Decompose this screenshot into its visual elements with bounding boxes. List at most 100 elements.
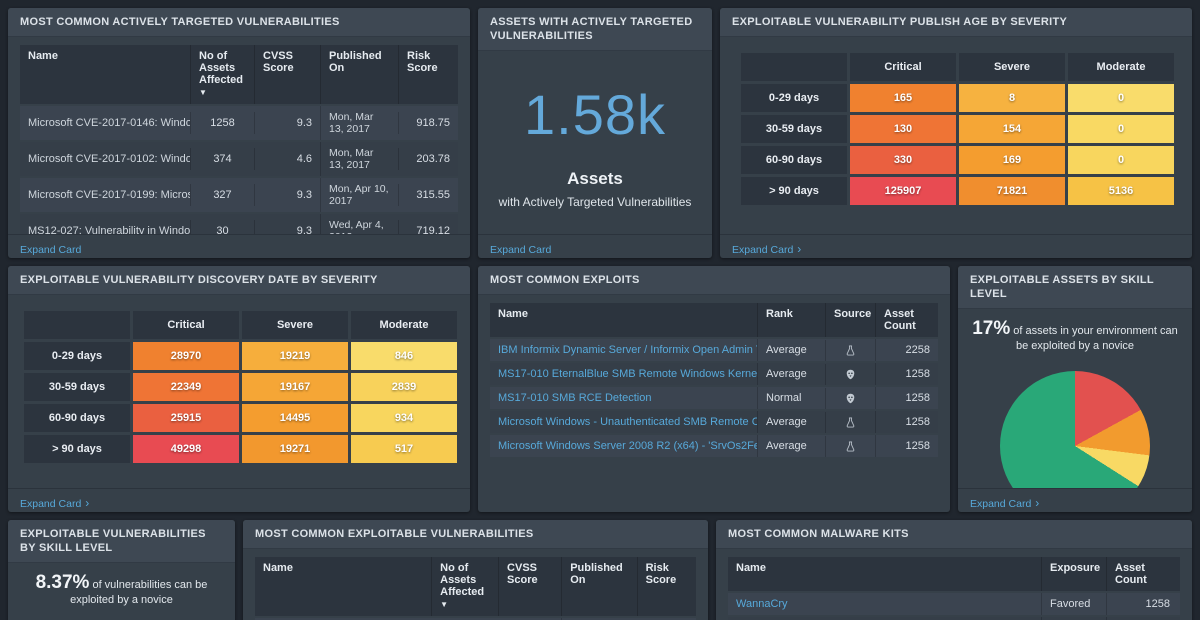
dashboard: MOST COMMON ACTIVELY TARGETED VULNERABIL… bbox=[0, 0, 1200, 620]
malware-name-link[interactable]: WannaCry bbox=[728, 593, 1041, 615]
card-title: EXPLOITABLE VULNERABILITIES BY SKILL LEV… bbox=[8, 520, 235, 563]
table-row[interactable]: Microsoft Windows - Unauthenticated SMB … bbox=[490, 411, 938, 433]
heatmap-row-label: 0-29 days bbox=[24, 342, 130, 370]
table-row[interactable]: IBM Informix Dynamic Server / Informix O… bbox=[490, 339, 938, 361]
card-title: EXPLOITABLE VULNERABILITY DISCOVERY DATE… bbox=[8, 266, 470, 295]
skill-pie-chart[interactable] bbox=[1000, 371, 1150, 488]
col-header-source[interactable]: Source bbox=[825, 303, 875, 337]
table-row[interactable]: Microsoft CVE-2017-0199: Microsoft ... 3… bbox=[20, 178, 458, 212]
heatmap-cell[interactable]: 0 bbox=[1068, 146, 1174, 174]
table-row[interactable]: MS12-027: Vulnerability in Windows C... … bbox=[20, 214, 458, 234]
heatmap-cell[interactable]: 14495 bbox=[242, 404, 348, 432]
col-header-assets-sorted[interactable]: No of Assets Affected ▼ bbox=[190, 45, 254, 104]
heatmap-cell[interactable]: 154 bbox=[959, 115, 1065, 143]
card-malware-kits: MOST COMMON MALWARE KITS Name Exposure A… bbox=[716, 520, 1192, 620]
col-header-name[interactable]: Name bbox=[728, 557, 1041, 591]
heatmap-cell[interactable]: 19271 bbox=[242, 435, 348, 463]
col-header-rank[interactable]: Rank bbox=[757, 303, 825, 337]
heatmap-row-label: > 90 days bbox=[24, 435, 130, 463]
heatmap-cell[interactable]: 8 bbox=[959, 84, 1065, 112]
heatmap-cell[interactable]: 330 bbox=[850, 146, 956, 174]
exploit-name-link[interactable]: Microsoft Windows Server 2008 R2 (x64) -… bbox=[490, 435, 757, 457]
severity-heatmap: Critical Severe Moderate 0-29 days 28970… bbox=[24, 311, 454, 463]
table-row[interactable]: Microsoft Windows Server 2008 R2 (x64) -… bbox=[490, 435, 938, 457]
flask-icon bbox=[825, 412, 875, 433]
heatmap-cell[interactable]: 130 bbox=[850, 115, 956, 143]
heatmap-cell[interactable]: 49298 bbox=[133, 435, 239, 463]
col-header-asset-count[interactable]: Asset Count bbox=[875, 303, 938, 337]
chevron-right-icon: › bbox=[1035, 496, 1039, 510]
col-header-risk[interactable]: Risk Score bbox=[398, 45, 458, 104]
asset-count-label: Assets bbox=[478, 169, 712, 189]
col-header-published[interactable]: Published On bbox=[561, 557, 636, 616]
heatmap-cell[interactable]: 517 bbox=[351, 435, 457, 463]
heatmap-col-severe: Severe bbox=[959, 53, 1065, 81]
heatmap-row-label: 30-59 days bbox=[24, 373, 130, 401]
col-header-risk[interactable]: Risk Score bbox=[637, 557, 696, 616]
heatmap-cell[interactable]: 165 bbox=[850, 84, 956, 112]
chevron-right-icon: › bbox=[797, 242, 801, 256]
col-header-name[interactable]: Name bbox=[490, 303, 757, 337]
asset-count-value: 1.58k bbox=[478, 85, 712, 145]
exploit-name-link[interactable]: Microsoft Windows - Unauthenticated SMB … bbox=[490, 411, 757, 433]
col-header-cvss[interactable]: CVSS Score bbox=[254, 45, 320, 104]
col-header-cvss[interactable]: CVSS Score bbox=[498, 557, 561, 616]
card-title: EXPLOITABLE VULNERABILITY PUBLISH AGE BY… bbox=[720, 8, 1192, 37]
col-header-exposure[interactable]: Exposure bbox=[1041, 557, 1106, 591]
heatmap-cell[interactable]: 19167 bbox=[242, 373, 348, 401]
col-header-name[interactable]: Name bbox=[20, 45, 190, 104]
table-row[interactable]: Microsoft CVE-2017-0102: Windows ... 374… bbox=[20, 142, 458, 176]
card-title: MOST COMMON MALWARE KITS bbox=[716, 520, 1192, 549]
col-header-assets-sorted[interactable]: No of Assets Affected ▼ bbox=[431, 557, 498, 616]
exploit-name-link[interactable]: MS17-010 SMB RCE Detection bbox=[490, 387, 757, 409]
col-header-name[interactable]: Name bbox=[255, 557, 431, 616]
card-common-exploits: MOST COMMON EXPLOITS Name Rank Source As… bbox=[478, 266, 950, 512]
heatmap-cell[interactable]: 5136 bbox=[1068, 177, 1174, 205]
expand-card-link[interactable]: Expand Card bbox=[20, 244, 81, 256]
heatmap-row-label: 60-90 days bbox=[24, 404, 130, 432]
expand-card-link[interactable]: Expand Card bbox=[970, 498, 1031, 510]
heatmap-cell[interactable]: 0 bbox=[1068, 84, 1174, 112]
card-title: MOST COMMON ACTIVELY TARGETED VULNERABIL… bbox=[8, 8, 470, 37]
card-title: MOST COMMON EXPLOITABLE VULNERABILITIES bbox=[243, 520, 708, 549]
col-header-asset-count[interactable]: Asset Count bbox=[1106, 557, 1178, 591]
table-header: Name No of Assets Affected ▼ CVSS Score … bbox=[20, 45, 458, 104]
expand-card-link[interactable]: Expand Card bbox=[490, 244, 551, 256]
table-row[interactable]: WannaCry Favored 1258 bbox=[728, 593, 1180, 615]
table-row[interactable]: MS17-010 EternalBlue SMB Remote Windows … bbox=[490, 363, 938, 385]
expand-card-link[interactable]: Expand Card bbox=[732, 244, 793, 256]
heatmap-cell[interactable]: 125907 bbox=[850, 177, 956, 205]
skull-icon bbox=[825, 388, 875, 409]
malware-kits-table: Name Exposure Asset Count WannaCry Favor… bbox=[728, 557, 1180, 620]
heatmap-cell[interactable]: 71821 bbox=[959, 177, 1065, 205]
col-header-published[interactable]: Published On bbox=[320, 45, 398, 104]
flask-icon bbox=[825, 340, 875, 361]
exploit-name-link[interactable]: MS17-010 EternalBlue SMB Remote Windows … bbox=[490, 363, 757, 385]
heatmap-cell[interactable]: 169 bbox=[959, 146, 1065, 174]
heatmap-cell[interactable]: 22349 bbox=[133, 373, 239, 401]
card-title: ASSETS WITH ACTIVELY TARGETED VULNERABIL… bbox=[478, 8, 712, 51]
card-title: MOST COMMON EXPLOITS bbox=[478, 266, 950, 295]
heatmap-row-label: 0-29 days bbox=[741, 84, 847, 112]
heatmap-row-label: 30-59 days bbox=[741, 115, 847, 143]
skill-percentage: 17% bbox=[972, 318, 1010, 339]
heatmap-cell[interactable]: 846 bbox=[351, 342, 457, 370]
table-row[interactable]: Microsoft CVE-2017-0146: Windows ... 125… bbox=[20, 106, 458, 140]
card-vulns-by-skill: EXPLOITABLE VULNERABILITIES BY SKILL LEV… bbox=[8, 520, 235, 620]
table-row[interactable]: MS17-010 SMB RCE Detection Normal 1258 bbox=[490, 387, 938, 409]
heatmap-col-moderate: Moderate bbox=[1068, 53, 1174, 81]
card-assets-by-skill: EXPLOITABLE ASSETS BY SKILL LEVEL 17%of … bbox=[958, 266, 1192, 512]
heatmap-cell[interactable]: 0 bbox=[1068, 115, 1174, 143]
heatmap-cell[interactable]: 28970 bbox=[133, 342, 239, 370]
skill-percentage: 8.37% bbox=[36, 572, 90, 593]
heatmap-cell[interactable]: 19219 bbox=[242, 342, 348, 370]
severity-heatmap: Critical Severe Moderate 0-29 days 165 8… bbox=[741, 53, 1171, 205]
heatmap-cell[interactable]: 2839 bbox=[351, 373, 457, 401]
exploit-name-link[interactable]: IBM Informix Dynamic Server / Informix O… bbox=[490, 339, 757, 361]
heatmap-col-critical: Critical bbox=[133, 311, 239, 339]
heatmap-cell[interactable]: 934 bbox=[351, 404, 457, 432]
flask-icon bbox=[825, 436, 875, 457]
asset-count-sublabel: with Actively Targeted Vulnerabilities bbox=[478, 195, 712, 209]
heatmap-cell[interactable]: 25915 bbox=[133, 404, 239, 432]
expand-card-link[interactable]: Expand Card bbox=[20, 498, 81, 510]
